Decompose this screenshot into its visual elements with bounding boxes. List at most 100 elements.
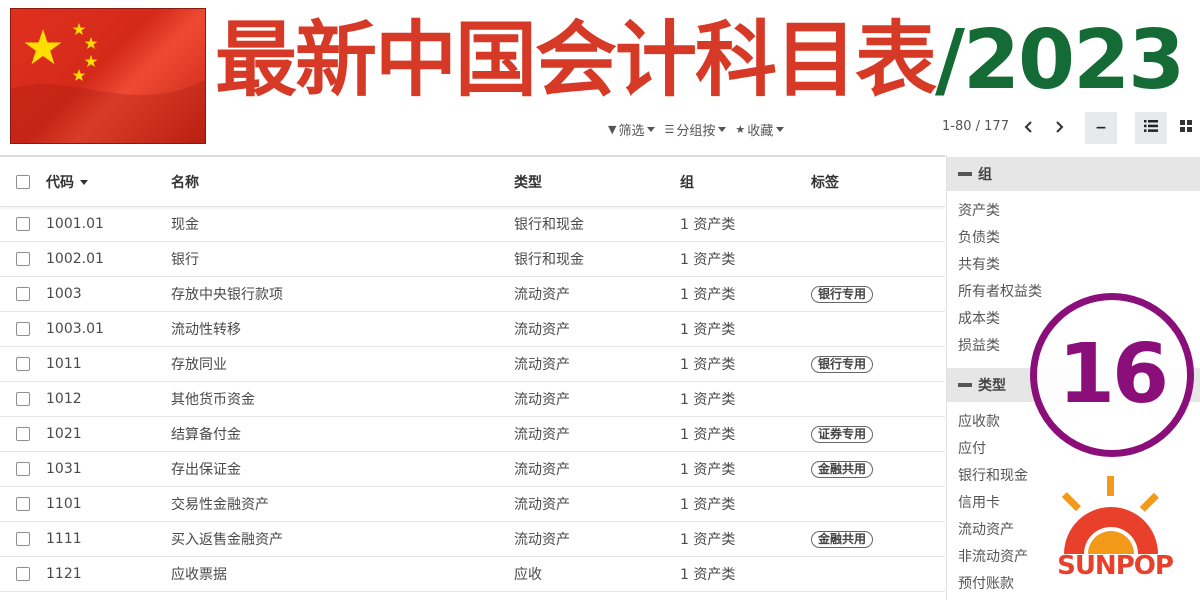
table-row[interactable]: 1121 应收票据 应收 1 资产类 [0, 557, 945, 592]
select-all-checkbox[interactable] [16, 174, 30, 189]
grid-icon [1180, 120, 1192, 132]
cell-name: 买入返售金融资产 [171, 532, 283, 548]
cell-group: 1 资产类 [680, 357, 736, 373]
minus-icon [958, 383, 972, 387]
row-checkbox[interactable] [16, 287, 30, 301]
column-header-type[interactable]: 类型 [514, 172, 542, 192]
cell-name: 应收票据 [171, 567, 227, 583]
page-root: 最新中国会计科目表/2023 ▼ 筛选 ☰ 分组按 ★ 收藏 1-80 / 17… [0, 0, 1200, 600]
table-row[interactable]: 1101 交易性金融资产 流动资产 1 资产类 [0, 487, 945, 522]
sunpop-logo-text: SUNPOP [1057, 551, 1174, 581]
cell-tags: 银行专用 [811, 355, 874, 373]
row-checkbox[interactable] [16, 532, 30, 546]
cell-group: 1 资产类 [680, 427, 736, 443]
favorites-dropdown[interactable]: ★ 收藏 [735, 120, 785, 139]
column-header-group[interactable]: 组 [680, 172, 694, 192]
row-checkbox[interactable] [16, 357, 30, 371]
cell-group: 1 资产类 [680, 287, 736, 303]
cell-tags: 金融共用 [811, 530, 874, 548]
table-row[interactable]: 1021 结算备付金 流动资产 1 资产类 证券专用 [0, 417, 945, 452]
china-flag-image [10, 8, 206, 144]
cell-type: 流动资产 [514, 357, 570, 373]
toggle-sidebar-button[interactable]: − [1085, 112, 1117, 144]
pager-next-button[interactable] [1046, 114, 1072, 142]
row-checkbox[interactable] [16, 392, 30, 406]
table-row[interactable]: 1003 存放中央银行款项 流动资产 1 资产类 银行专用 [0, 277, 945, 312]
cell-code: 1031 [46, 461, 82, 477]
cell-type: 流动资产 [514, 322, 570, 338]
accounts-table: 代码 名称 类型 组 标签 1001.01 现金 银行和现金 1 资产类 1002.01… [0, 155, 945, 600]
groupby-label: 分组按 [676, 123, 716, 139]
table-row[interactable]: 1002.01 银行 银行和现金 1 资产类 [0, 242, 945, 277]
row-checkbox[interactable] [16, 462, 30, 476]
filter-dropdown[interactable]: ▼ 筛选 [608, 120, 656, 139]
row-checkbox[interactable] [16, 497, 30, 511]
row-checkbox[interactable] [16, 322, 30, 336]
table-row[interactable]: 1001.01 现金 银行和现金 1 资产类 [0, 207, 945, 242]
cell-tags: 金融共用 [811, 460, 874, 478]
sidebar-group-item[interactable]: 负债类 [947, 225, 1200, 252]
cell-code: 1011 [46, 356, 82, 372]
tag-badge: 证券专用 [811, 425, 874, 443]
cell-type: 银行和现金 [514, 252, 584, 268]
cell-name: 交易性金融资产 [171, 497, 269, 513]
cell-code: 1003 [46, 286, 82, 302]
tag-badge: 银行专用 [811, 285, 874, 303]
tag-badge: 银行专用 [811, 355, 874, 373]
row-checkbox[interactable] [16, 427, 30, 441]
cell-name: 结算备付金 [171, 427, 241, 443]
cell-group: 1 资产类 [680, 392, 736, 408]
groupby-dropdown[interactable]: ☰ 分组按 [664, 120, 727, 139]
column-header-name[interactable]: 名称 [171, 172, 199, 192]
row-checkbox[interactable] [16, 252, 30, 266]
list-bars-icon: ☰ [664, 122, 675, 136]
column-header-tags[interactable]: 标签 [811, 172, 839, 192]
cell-group: 1 资产类 [680, 462, 736, 478]
sidebar-section-group[interactable]: 组 [947, 157, 1200, 191]
banner-title-year: /2023 [935, 13, 1185, 108]
number-badge: 16 [1030, 293, 1194, 457]
cell-group: 1 资产类 [680, 322, 736, 338]
chevron-down-icon [718, 126, 727, 132]
column-header-code[interactable]: 代码 [46, 172, 88, 192]
search-options-bar: ▼ 筛选 ☰ 分组按 ★ 收藏 [608, 118, 793, 140]
row-checkbox[interactable] [16, 567, 30, 581]
funnel-icon: ▼ [608, 122, 617, 136]
table-row[interactable]: 1111 买入返售金融资产 流动资产 1 资产类 金融共用 [0, 522, 945, 557]
table-row[interactable]: 1012 其他货币资金 流动资产 1 资产类 [0, 382, 945, 417]
chevron-left-icon [1024, 121, 1032, 133]
list-icon [1144, 120, 1158, 132]
sidebar-group-item[interactable]: 资产类 [947, 198, 1200, 225]
sidebar-group-item[interactable]: 共有类 [947, 252, 1200, 279]
cell-type: 流动资产 [514, 392, 570, 408]
cell-type: 流动资产 [514, 462, 570, 478]
cell-tags: 银行专用 [811, 285, 874, 303]
cell-group: 1 资产类 [680, 252, 736, 268]
minus-icon [958, 172, 972, 176]
cell-code: 1002.01 [46, 251, 104, 267]
pager-previous-button[interactable] [1016, 114, 1042, 142]
chevron-down-icon [776, 126, 785, 132]
cell-code: 1121 [46, 566, 82, 582]
cell-name: 存放同业 [171, 357, 227, 373]
favorites-label: 收藏 [747, 123, 774, 139]
cell-code: 1012 [46, 391, 82, 407]
cell-code: 1003.01 [46, 321, 104, 337]
table-row[interactable]: 1011 存放同业 流动资产 1 资产类 银行专用 [0, 347, 945, 382]
cell-group: 1 资产类 [680, 217, 736, 233]
kanban-view-button[interactable] [1170, 112, 1200, 144]
sidebar-section-title: 类型 [978, 378, 1006, 394]
cell-type: 银行和现金 [514, 217, 584, 233]
table-row[interactable]: 1003.01 流动性转移 流动资产 1 资产类 [0, 312, 945, 347]
list-view-button[interactable] [1135, 112, 1167, 144]
row-checkbox[interactable] [16, 217, 30, 231]
chevron-down-icon [647, 126, 656, 132]
cell-code: 1111 [46, 531, 82, 547]
tag-badge: 金融共用 [811, 460, 874, 478]
cell-name: 存出保证金 [171, 462, 241, 478]
sidebar-section-title: 组 [978, 167, 992, 183]
pager-value[interactable]: 1-80 / 177 [942, 119, 1009, 134]
cell-type: 流动资产 [514, 427, 570, 443]
cell-type: 应收 [514, 567, 542, 583]
table-row[interactable]: 1031 存出保证金 流动资产 1 资产类 金融共用 [0, 452, 945, 487]
